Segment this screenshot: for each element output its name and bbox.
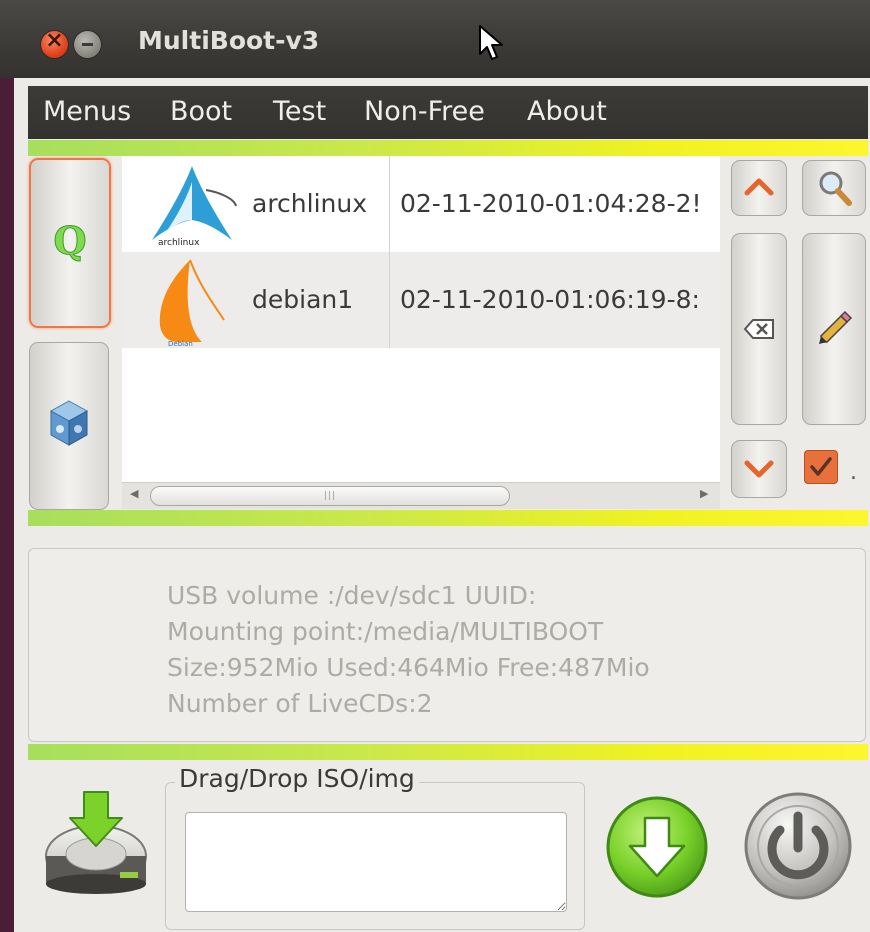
drop-zone-label: Drag/Drop ISO/img <box>175 764 419 793</box>
search-button[interactable] <box>802 160 866 216</box>
checkbox-suffix: . <box>850 460 857 485</box>
archlinux-logo-text: archlinux <box>158 238 200 248</box>
delete-button[interactable] <box>731 233 787 425</box>
select-checkbox[interactable] <box>804 450 838 484</box>
menu-menus[interactable]: Menus <box>43 96 131 127</box>
archlinux-logo-icon: archlinux <box>152 166 237 248</box>
separator-bar-middle <box>28 510 868 526</box>
scroll-right-icon[interactable]: ▶ <box>700 487 708 500</box>
move-up-button[interactable] <box>731 160 787 216</box>
row-date: 02-11-2010-01:04:28-2! <box>400 189 702 218</box>
svg-text:Q: Q <box>53 220 86 263</box>
mouse-cursor-icon <box>479 25 503 60</box>
edit-button[interactable] <box>802 233 866 425</box>
debian-logo-icon: Debian <box>159 259 225 348</box>
info-size: Size:952Mio Used:464Mio Free:487Mio <box>167 653 650 682</box>
scrollbar-thumb[interactable] <box>150 486 510 506</box>
row-name: debian1 <box>252 285 354 314</box>
install-disk-icon[interactable] <box>40 786 152 898</box>
close-window-button[interactable] <box>41 28 68 58</box>
list-row-debian1[interactable]: Debian debian1 02-11-2010-01:06:19-8: <box>122 252 720 348</box>
column-separator <box>389 156 390 348</box>
download-install-button[interactable] <box>604 794 710 900</box>
window-titlebar[interactable] <box>0 0 870 78</box>
menu-about[interactable]: About <box>527 96 607 127</box>
qemu-q-icon: Q <box>53 220 87 264</box>
qemu-button[interactable]: Q <box>29 158 111 328</box>
separator-bar-bottom <box>28 744 868 760</box>
window-title: MultiBoot-v3 <box>138 26 320 55</box>
list-row-archlinux[interactable]: archlinux archlinux 02-11-2010-01:04:28-… <box>122 156 720 252</box>
info-usb-volume: USB volume :/dev/sdc1 UUID: <box>167 581 537 610</box>
row-name: archlinux <box>252 189 368 218</box>
down-arrow-icon <box>744 460 774 478</box>
virtualbox-icon <box>49 400 89 446</box>
debian-logo-text: Debian <box>168 340 193 348</box>
usb-info-panel: USB volume :/dev/sdc1 UUID: Mounting poi… <box>28 548 866 742</box>
drop-zone-input[interactable] <box>185 812 567 912</box>
menu-boot[interactable]: Boot <box>170 96 232 127</box>
move-down-button[interactable] <box>731 440 787 498</box>
desktop-edge <box>0 0 14 932</box>
virtualbox-button[interactable] <box>29 342 109 510</box>
minimize-window-button[interactable] <box>74 31 101 58</box>
power-button[interactable] <box>742 790 854 902</box>
delete-icon <box>743 319 774 339</box>
separator-bar-top <box>28 140 868 156</box>
edit-pencil-icon <box>819 310 853 344</box>
up-arrow-icon <box>744 178 774 196</box>
menu-test[interactable]: Test <box>273 96 326 127</box>
info-livecd-count: Number of LiveCDs:2 <box>167 689 433 718</box>
menubar: Menus Boot Test Non-Free About <box>28 86 868 139</box>
menu-non-free[interactable]: Non-Free <box>364 96 485 127</box>
info-mount-point: Mounting point:/media/MULTIBOOT <box>167 617 604 646</box>
row-date: 02-11-2010-01:06:19-8: <box>400 285 700 314</box>
search-icon <box>819 171 852 206</box>
checkbox-icon <box>810 457 832 476</box>
livecd-list[interactable]: archlinux archlinux 02-11-2010-01:04:28-… <box>122 156 720 508</box>
horizontal-scrollbar[interactable]: ◀ ▶ <box>122 482 720 509</box>
scroll-left-icon[interactable]: ◀ <box>130 487 138 500</box>
